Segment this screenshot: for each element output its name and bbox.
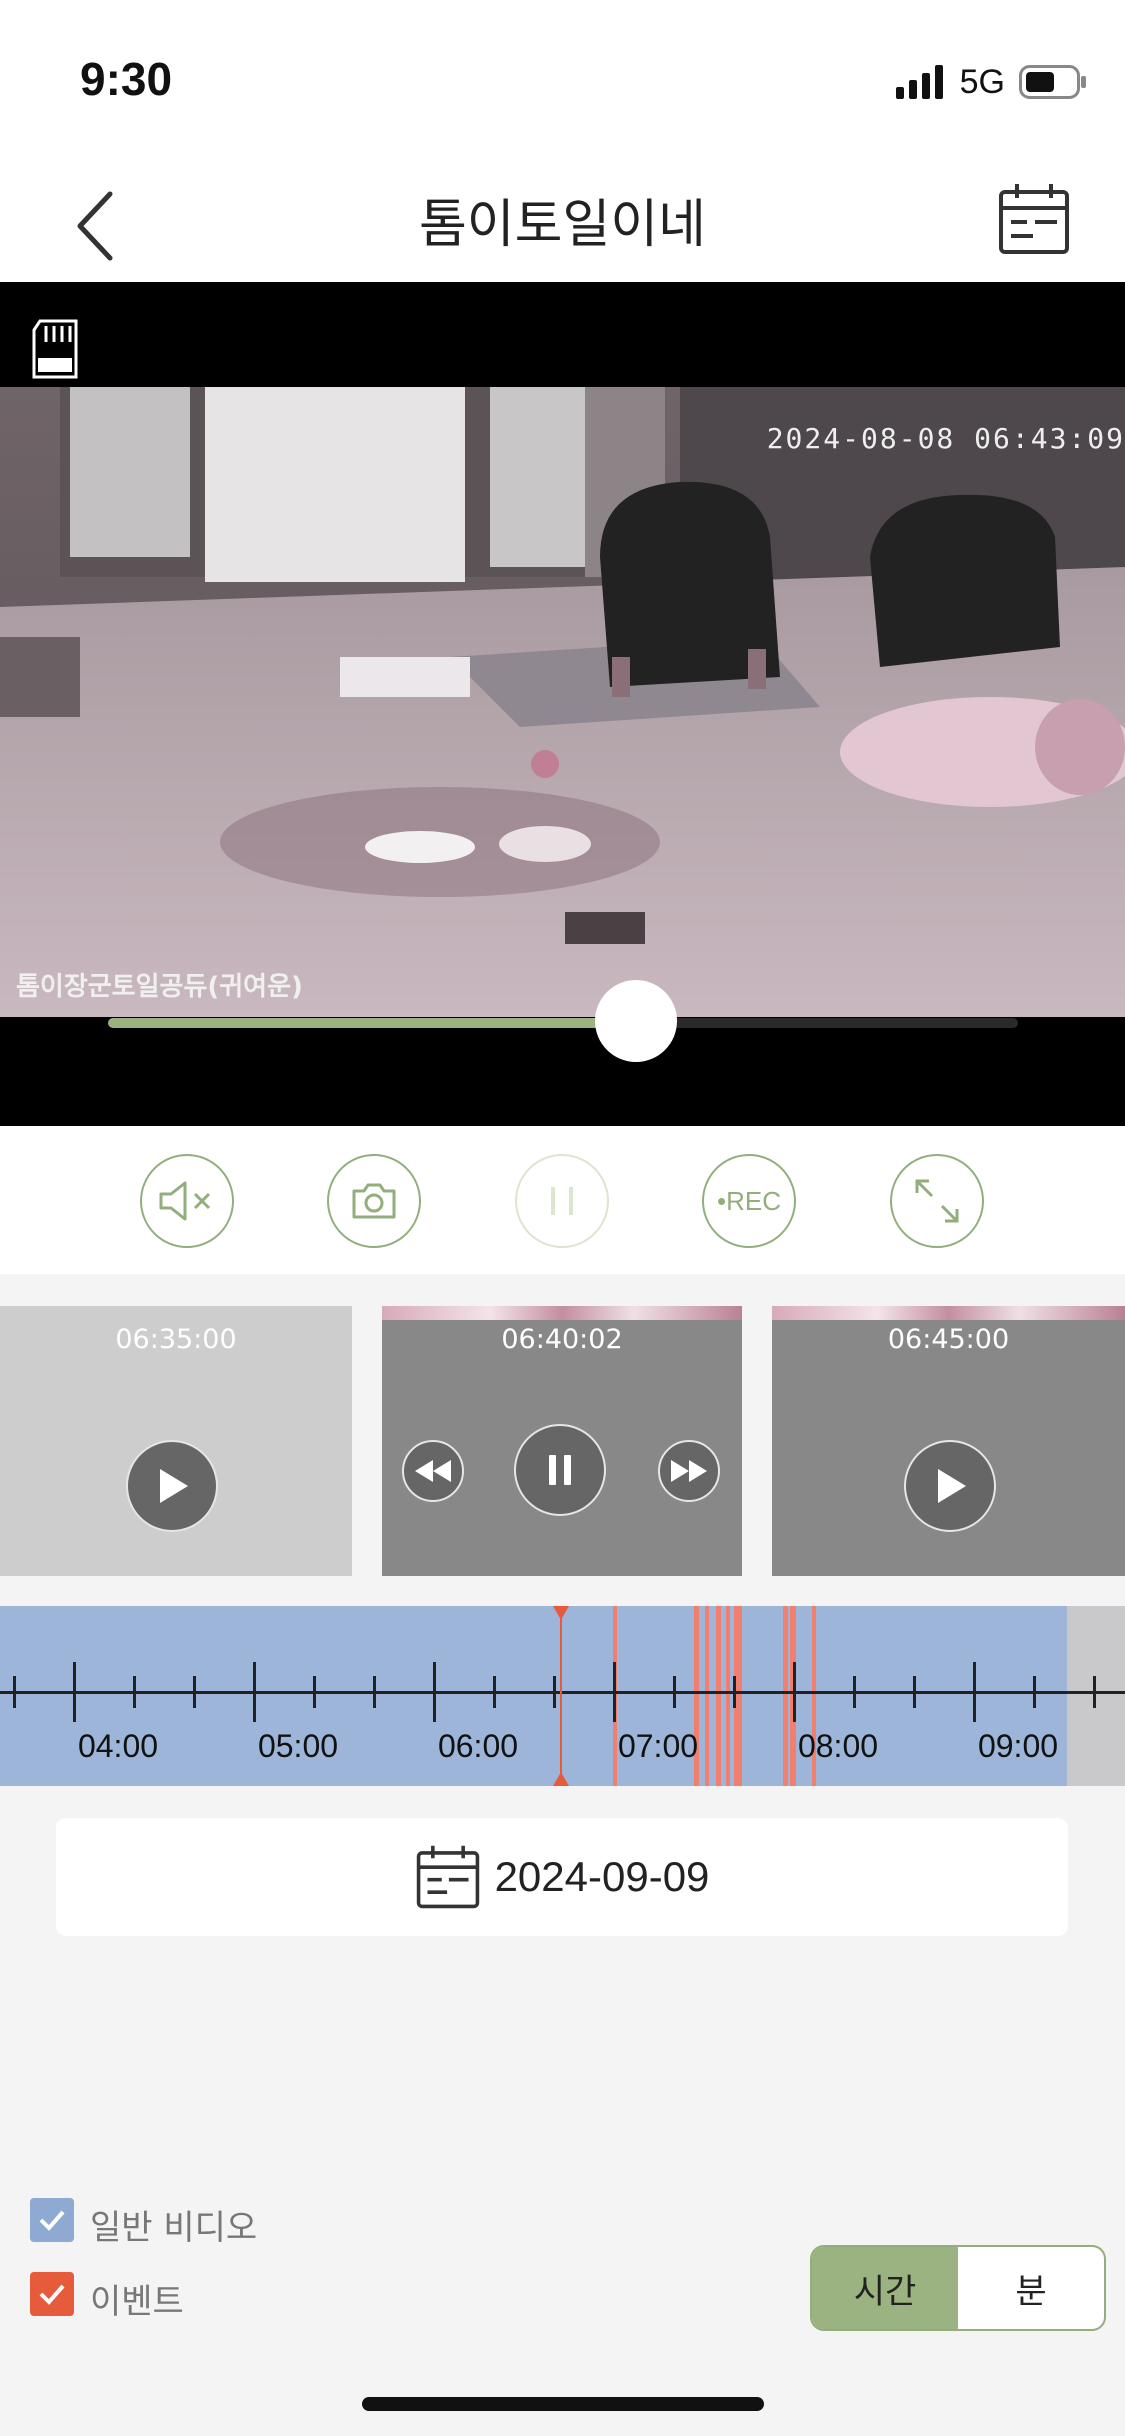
playback-controls: •REC	[0, 1126, 1125, 1274]
clip-play-button[interactable]	[126, 1440, 218, 1532]
timeline-label: 05:00	[257, 1728, 339, 1764]
checkbox-event[interactable]	[30, 2272, 74, 2316]
playback-scrubber-handle[interactable]	[594, 980, 677, 1062]
checkmark-icon	[39, 2284, 65, 2305]
timeline-event-marker	[783, 1606, 788, 1786]
pause-icon	[551, 1187, 573, 1215]
timeline-minor-tick	[553, 1676, 556, 1708]
signal-icon	[895, 65, 943, 99]
timeline-minor-tick	[913, 1676, 916, 1708]
nav-bar: 톰이토일이네	[0, 160, 1125, 282]
clip-thumbnail-strip	[772, 1306, 1125, 1320]
clip-time: 06:45:00	[887, 1324, 1010, 1355]
timeline-minor-tick	[313, 1676, 316, 1708]
toggle-minute[interactable]: 분	[958, 2247, 1104, 2329]
legend-label: 일반 비디오	[90, 2208, 258, 2248]
play-icon	[938, 1469, 966, 1503]
clip-card[interactable]: 06:45:00	[772, 1306, 1125, 1576]
timeline-major-tick	[433, 1662, 436, 1722]
timeline-label: 07:00	[617, 1728, 699, 1764]
timeline-minor-tick	[733, 1676, 736, 1708]
video-timestamp: 2024-08-08 06:43:09	[766, 422, 1125, 455]
clip-play-button[interactable]	[904, 1440, 996, 1532]
playhead-top-marker	[553, 1606, 569, 1620]
clip-carousel[interactable]: 06:35:00 06:40:02 06:45:00	[0, 1306, 1125, 1576]
timeline-minor-tick	[673, 1676, 676, 1708]
timeline-minor-tick	[493, 1676, 496, 1708]
legend-label: 이벤트	[90, 2282, 184, 2322]
timeline-label: 09:00	[977, 1728, 1059, 1764]
timeline-axis	[0, 1691, 1125, 1694]
rewind-button[interactable]	[402, 1440, 464, 1502]
fullscreen-button[interactable]	[890, 1154, 984, 1248]
speaker-muted-icon	[159, 1181, 211, 1221]
timeline-minor-tick	[193, 1676, 196, 1708]
snapshot-button[interactable]	[327, 1154, 421, 1248]
timeline-no-recording-area	[1067, 1606, 1125, 1786]
video-player[interactable]: 2024-08-08 06:43:09 톰이장군토일공듀(귀여운)	[0, 282, 1125, 1126]
recording-timeline[interactable]: 04:00 05:00 06:00 07:00 08:00 09:00	[0, 1606, 1125, 1786]
calendar-icon	[416, 1845, 479, 1909]
status-indicators: 5G	[895, 62, 1087, 102]
playback-progress-track[interactable]	[108, 1018, 1018, 1028]
toggle-hour[interactable]: 시간	[812, 2247, 958, 2329]
clip-thumbnail-strip	[382, 1306, 742, 1320]
sd-card-icon	[32, 319, 78, 379]
timeline-minor-tick	[373, 1676, 376, 1708]
timeline-playhead[interactable]	[560, 1606, 562, 1786]
timeline-label: 04:00	[77, 1728, 159, 1764]
rewind-icon	[415, 1460, 451, 1482]
status-bar: 9:30 5G	[0, 0, 1125, 160]
fast-forward-button[interactable]	[658, 1440, 720, 1502]
camera-feed-image	[0, 387, 1125, 1017]
playback-progress-fill	[108, 1018, 636, 1028]
timeline-label: 06:00	[437, 1728, 519, 1764]
timeline-event-marker	[716, 1606, 721, 1786]
timeline-major-tick	[973, 1662, 976, 1722]
timeline-scale-toggle: 시간 분	[810, 2245, 1106, 2331]
checkbox-normal-video[interactable]	[30, 2198, 74, 2242]
expand-icon	[915, 1179, 959, 1223]
timeline-major-tick	[73, 1662, 76, 1722]
date-picker[interactable]: 2024-09-09	[56, 1818, 1068, 1936]
selected-date: 2024-09-09	[494, 1853, 710, 1900]
status-time: 9:30	[80, 53, 173, 105]
clip-card[interactable]: 06:35:00	[0, 1306, 352, 1576]
camera-label: 톰이장군토일공듀(귀여운)	[16, 972, 303, 1002]
timeline-minor-tick	[1093, 1676, 1096, 1708]
timeline-major-tick	[793, 1662, 796, 1722]
timeline-major-tick	[253, 1662, 256, 1722]
clip-time: 06:35:00	[115, 1324, 237, 1355]
network-label: 5G	[959, 62, 1005, 101]
page-title: 톰이토일이네	[418, 195, 707, 255]
pause-icon	[549, 1455, 571, 1485]
timeline-event-marker	[726, 1606, 730, 1786]
clip-time: 06:40:02	[501, 1324, 623, 1355]
checkmark-icon	[39, 2210, 65, 2231]
timeline-event-marker	[705, 1606, 709, 1786]
mute-button[interactable]	[140, 1154, 234, 1248]
playhead-bottom-marker	[553, 1772, 569, 1786]
timeline-major-tick	[613, 1662, 616, 1722]
home-indicator	[362, 2397, 764, 2411]
clip-card-active[interactable]: 06:40:02	[382, 1306, 742, 1576]
timeline-minor-tick	[1033, 1676, 1036, 1708]
timeline-label: 08:00	[797, 1728, 879, 1764]
camera-icon	[352, 1183, 396, 1219]
battery-icon	[1019, 65, 1086, 99]
timeline-minor-tick	[133, 1676, 136, 1708]
timeline-minor-tick	[13, 1676, 16, 1708]
record-label: •REC	[717, 1185, 781, 1216]
timeline-minor-tick	[853, 1676, 856, 1708]
fast-forward-icon	[671, 1460, 707, 1482]
clip-pause-button[interactable]	[514, 1424, 606, 1516]
pause-button[interactable]	[515, 1154, 609, 1248]
play-icon	[160, 1469, 188, 1503]
calendar-icon[interactable]	[997, 182, 1071, 256]
record-button[interactable]: •REC	[702, 1154, 796, 1248]
